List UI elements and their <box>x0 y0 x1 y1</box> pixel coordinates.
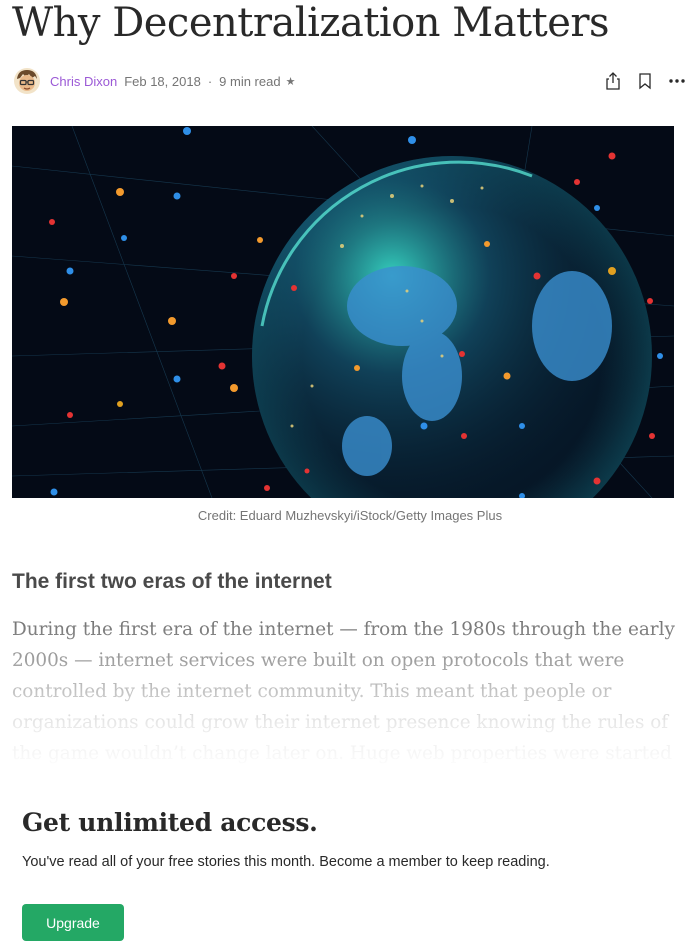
paywall-heading: Get unlimited access. <box>22 808 318 837</box>
paywall-message: You've read all of your free stories thi… <box>22 854 550 870</box>
section-heading: The first two eras of the internet <box>12 570 332 593</box>
paywall-banner: Get unlimited access. You've read all of… <box>0 772 700 947</box>
byline: Chris Dixon Feb 18, 2018 · 9 min read ★ <box>14 66 686 96</box>
hero-image <box>12 126 674 498</box>
share-icon[interactable] <box>604 71 622 91</box>
article-title: Why Decentralization Matters <box>12 0 610 46</box>
article-actions <box>604 71 686 91</box>
read-time: 9 min read <box>219 73 281 89</box>
more-options-icon[interactable] <box>668 78 686 84</box>
meta-separator: · <box>207 73 213 89</box>
publish-date: Feb 18, 2018 <box>124 73 201 89</box>
image-caption: Credit: Eduard Muzhevskyi/iStock/Getty I… <box>197 508 503 523</box>
author-name-link[interactable]: Chris Dixon <box>50 74 117 89</box>
bookmark-icon[interactable] <box>638 72 652 90</box>
upgrade-button[interactable]: Upgrade <box>22 904 124 941</box>
author-avatar[interactable] <box>14 68 40 94</box>
member-star-icon: ★ <box>285 75 296 88</box>
